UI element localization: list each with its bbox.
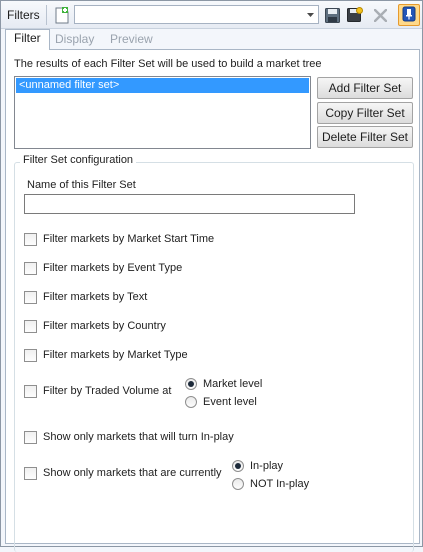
save-as-icon[interactable] bbox=[346, 6, 364, 24]
chevron-down-icon[interactable] bbox=[303, 7, 317, 22]
tab-filter[interactable]: Filter bbox=[5, 29, 50, 50]
market-level-radio[interactable] bbox=[185, 378, 197, 390]
start-time-checkbox[interactable] bbox=[24, 233, 37, 246]
list-item[interactable]: <unnamed filter set> bbox=[16, 78, 309, 93]
start-time-checkbox-label[interactable]: Filter markets by Market Start Time bbox=[43, 233, 214, 245]
tab-display[interactable]: Display bbox=[47, 31, 102, 49]
filter-tab-panel: The results of each Filter Set will be u… bbox=[5, 49, 420, 552]
market-type-checkbox[interactable] bbox=[24, 349, 37, 362]
new-document-icon[interactable] bbox=[53, 5, 71, 25]
copy-filter-set-button[interactable]: Copy Filter Set bbox=[317, 102, 413, 124]
tab-preview[interactable]: Preview bbox=[102, 31, 161, 49]
toolbar: Filters bbox=[1, 1, 422, 29]
save-icon[interactable] bbox=[323, 6, 341, 24]
pin-icon bbox=[402, 6, 416, 25]
event-type-checkbox[interactable] bbox=[24, 262, 37, 275]
filters-window: Filters Filter Display Preview The resul… bbox=[0, 0, 423, 552]
filter-set-list[interactable]: <unnamed filter set> bbox=[14, 76, 311, 149]
not-inplay-radio[interactable] bbox=[232, 478, 244, 490]
text-checkbox[interactable] bbox=[24, 291, 37, 304]
market-type-checkbox-label[interactable]: Filter markets by Market Type bbox=[43, 349, 188, 361]
country-checkbox[interactable] bbox=[24, 320, 37, 333]
name-label: Name of this Filter Set bbox=[27, 179, 136, 191]
currently-inplay-checkbox-label[interactable]: Show only markets that are currently bbox=[43, 467, 222, 479]
inplay-radio[interactable] bbox=[232, 460, 244, 472]
filter-set-combo[interactable] bbox=[74, 5, 319, 24]
delete-filter-set-button[interactable]: Delete Filter Set bbox=[317, 126, 413, 148]
intro-text: The results of each Filter Set will be u… bbox=[14, 58, 322, 70]
group-legend: Filter Set configuration bbox=[20, 154, 137, 166]
country-checkbox-label[interactable]: Filter markets by Country bbox=[43, 320, 166, 332]
pin-button[interactable] bbox=[398, 4, 420, 26]
traded-volume-checkbox[interactable] bbox=[24, 385, 37, 398]
turn-inplay-checkbox-label[interactable]: Show only markets that will turn In-play bbox=[43, 431, 234, 443]
text-checkbox-label[interactable]: Filter markets by Text bbox=[43, 291, 147, 303]
not-inplay-radio-label[interactable]: NOT In-play bbox=[250, 478, 309, 490]
traded-volume-checkbox-label[interactable]: Filter by Traded Volume at bbox=[43, 385, 171, 397]
event-level-radio-label[interactable]: Event level bbox=[203, 396, 257, 408]
market-level-radio-label[interactable]: Market level bbox=[203, 378, 262, 390]
inplay-radio-label[interactable]: In-play bbox=[250, 460, 283, 472]
event-level-radio[interactable] bbox=[185, 396, 197, 408]
currently-inplay-checkbox[interactable] bbox=[24, 467, 37, 480]
add-filter-set-button[interactable]: Add Filter Set bbox=[317, 77, 413, 99]
toolbar-separator bbox=[46, 5, 47, 25]
event-type-checkbox-label[interactable]: Filter markets by Event Type bbox=[43, 262, 182, 274]
delete-icon[interactable] bbox=[371, 6, 389, 24]
filter-set-name-input[interactable] bbox=[24, 194, 355, 214]
toolbar-title: Filters bbox=[7, 8, 40, 22]
turn-inplay-checkbox[interactable] bbox=[24, 431, 37, 444]
tab-strip: Filter Display Preview bbox=[5, 29, 420, 50]
